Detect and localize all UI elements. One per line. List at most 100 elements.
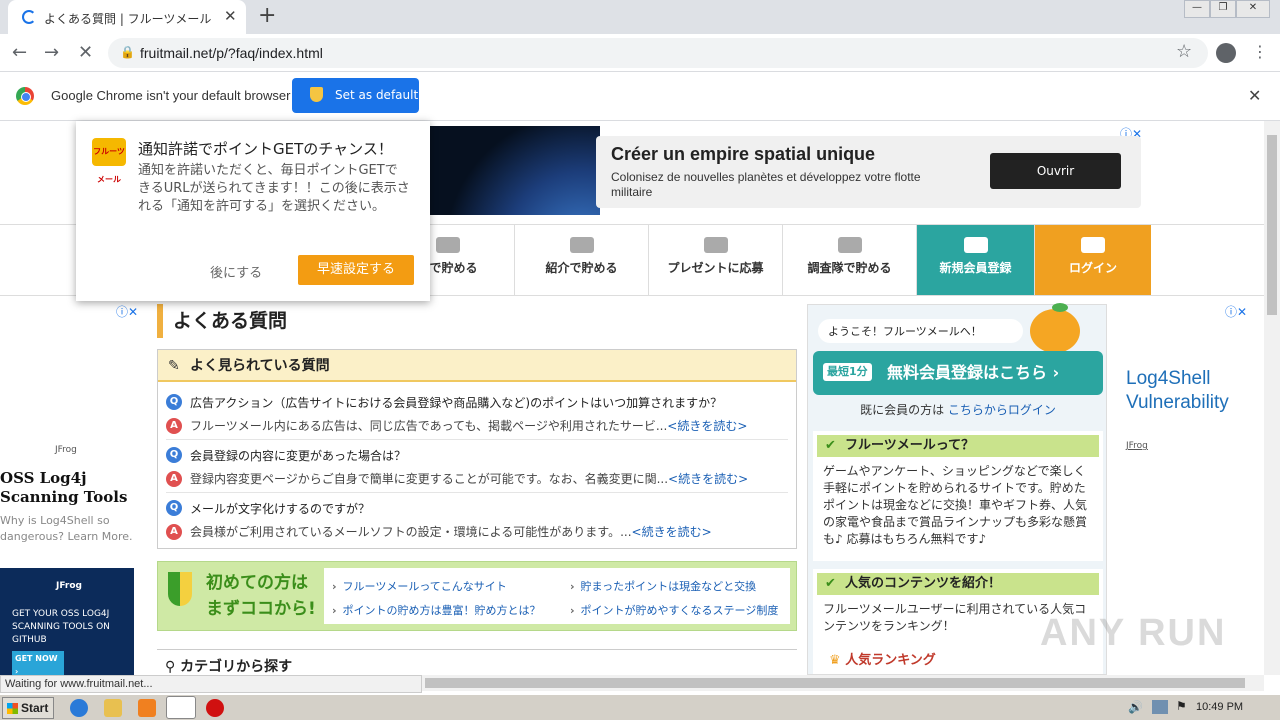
add-user-icon <box>963 237 988 253</box>
beginner-links: フルーツメールってこんなサイト 貯まったポイントは現金などと交換 ポイントの貯め… <box>324 568 790 624</box>
beginner-mark-icon <box>168 572 192 606</box>
faq-item[interactable]: QA 広告アクション（広告サイトにおける会員登録や商品購入など)のポイントはいつ… <box>166 388 788 440</box>
back-icon[interactable]: ← <box>12 42 27 63</box>
nav-present[interactable]: プレゼントに応募 <box>648 225 782 295</box>
ie-icon[interactable] <box>70 699 88 717</box>
profile-avatar-icon[interactable] <box>1216 43 1236 63</box>
lock-icon[interactable]: 🔒 <box>120 45 135 59</box>
close-infobar-icon[interactable]: ✕ <box>1248 86 1261 105</box>
nav-referral[interactable]: 紹介で貯める <box>514 225 648 295</box>
orange-mascot-icon <box>1030 303 1080 353</box>
menu-kebab-icon[interactable]: ⋮ <box>1252 42 1268 61</box>
question-text[interactable]: 広告アクション（広告サイトにおける会員登録や商品購入など)のポイントはいつ加算さ… <box>190 394 722 411</box>
left-ad[interactable]: ⓘ✕ JFrog OSS Log4j Scanning Tools Why is… <box>0 301 146 675</box>
login-icon <box>1081 237 1105 253</box>
crown-icon: ♛ <box>829 653 841 668</box>
nav-register[interactable]: 新規会員登録 <box>916 225 1034 295</box>
volume-icon[interactable]: 🔊 <box>1128 700 1143 714</box>
start-button[interactable]: Start <box>2 697 54 719</box>
nav-login[interactable]: ログイン <box>1034 225 1151 295</box>
banner-ad-image[interactable] <box>430 126 600 215</box>
read-more-link[interactable]: <続きを読む> <box>667 419 747 433</box>
close-window-button[interactable]: ✕ <box>1236 0 1270 18</box>
stop-icon[interactable]: ✕ <box>78 42 93 63</box>
register-button[interactable]: 最短1分 無料会員登録はこちら › <box>813 351 1103 395</box>
ad-get-now-button[interactable]: GET NOW › <box>12 651 64 675</box>
scroll-thumb[interactable] <box>1267 135 1277 315</box>
faq-box: よく見られている質問 QA 広告アクション（広告サイトにおける会員登録や商品購入… <box>157 349 797 549</box>
faq-item[interactable]: QA メールが文字化けするのですが？ 会員様がご利用されているメールソフトの設定… <box>166 494 788 546</box>
question-icon: Q <box>166 500 182 516</box>
notif-body: 通知を許諾いただくと、毎日ポイントGETできるURLが送られてきます！！この後に… <box>138 163 410 214</box>
banner-headline: Créer un empire spatial unique <box>611 144 876 164</box>
ad-image-brand: JFrog <box>56 581 82 591</box>
beginner-link[interactable]: ポイントの貯め方は豊富！貯め方とは？ <box>332 602 541 618</box>
login-link[interactable]: こちらからログイン <box>948 403 1056 417</box>
read-more-link[interactable]: <続きを読む> <box>632 525 712 539</box>
ranking-heading[interactable]: ♛ 人気ランキング <box>829 649 936 668</box>
welcome-bubble: ようこそ！フルーツメールへ！ <box>818 319 1023 343</box>
flag-icon[interactable]: ⚑ <box>1176 699 1187 713</box>
question-text[interactable]: 会員登録の内容に変更があった場合は？ <box>190 447 406 464</box>
ranking-label: 人気ランキング <box>845 653 936 668</box>
minimize-button[interactable]: — <box>1184 0 1210 18</box>
adchoices-icon[interactable]: ⓘ✕ <box>1225 303 1247 320</box>
banner-ad[interactable]: Créer un empire spatial unique Colonisez… <box>596 136 1141 208</box>
adchoices-icon[interactable]: ⓘ✕ <box>116 303 138 320</box>
question-icon: Q <box>166 447 182 463</box>
setup-now-button[interactable]: 早速設定する <box>298 255 414 285</box>
beginner-link[interactable]: フルーツメールってこんなサイト <box>332 578 507 594</box>
beginner-link[interactable]: ポイントが貯めやすくなるステージ制度 <box>570 602 779 618</box>
later-button[interactable]: 後にする <box>210 262 262 281</box>
hat-icon <box>837 237 862 253</box>
faq-item[interactable]: QA 会員登録の内容に変更があった場合は？ 登録内容変更ページからご自身で簡単に… <box>166 441 788 493</box>
url-text[interactable]: fruitmail.net/p/?faq/index.html <box>140 45 323 61</box>
people-icon <box>569 237 594 253</box>
explorer-icon[interactable] <box>104 699 122 717</box>
set-as-default-button[interactable]: Set as default <box>292 78 419 113</box>
nav-survey[interactable]: 調査隊で貯める <box>782 225 916 295</box>
ad-image[interactable]: JFrog GET YOUR OSS LOG4J SCANNING TOOLS … <box>0 568 134 675</box>
chrome-taskbar-button[interactable] <box>166 696 196 719</box>
answer-icon: A <box>166 471 182 487</box>
vertical-scrollbar[interactable] <box>1264 121 1280 675</box>
default-browser-infobar: Google Chrome isn't your default browser… <box>0 72 1280 121</box>
network-icon[interactable] <box>1152 700 1168 714</box>
status-bubble: Waiting for www.fruitmail.net... <box>0 675 422 693</box>
beginner-link[interactable]: 貯まったポイントは現金などと交換 <box>570 578 757 594</box>
category-heading: ⚲ カテゴリから探す <box>157 649 797 675</box>
set-default-label: Set as default <box>335 88 419 102</box>
popular-title: 人気のコンテンツを紹介！ <box>817 573 1099 595</box>
login-prefix: 既に会員の方は <box>860 403 945 417</box>
watermark: ANY RUN <box>1040 612 1227 654</box>
notification-popup: フルーツメール 通知許諾でポイントGETのチャンス！ 通知を許諾いただくと、毎日… <box>76 121 430 301</box>
bookmark-star-icon[interactable]: ☆ <box>1176 41 1192 62</box>
right-ad-brand: JFrog <box>1126 441 1148 451</box>
category-heading-text: カテゴリから探す <box>180 659 293 675</box>
about-title: フルーツメールって？ <box>817 435 1099 457</box>
clock: 10:49 PM <box>1196 701 1244 713</box>
maximize-button[interactable]: ❐ <box>1210 0 1236 18</box>
register-badge: 最短1分 <box>823 363 872 381</box>
scroll-thumb[interactable] <box>425 678 1245 688</box>
login-line: 既に会員の方は こちらからログイン <box>808 401 1108 418</box>
answer-icon: A <box>166 524 182 540</box>
loading-spinner-icon <box>22 10 36 24</box>
tab-strip: よくある質問 | フルーツメール ✕ + — ❐ ✕ <box>0 0 1280 34</box>
media-player-icon[interactable] <box>138 699 156 717</box>
read-more-link[interactable]: <続きを読む> <box>668 472 748 486</box>
question-text[interactable]: メールが文字化けするのですが？ <box>190 500 370 517</box>
forward-icon[interactable]: → <box>44 42 59 63</box>
banner-open-button[interactable]: Ouvrir <box>990 153 1121 189</box>
answer-icon: A <box>166 418 182 434</box>
browser-tab[interactable]: よくある質問 | フルーツメール ✕ <box>8 0 246 34</box>
ad-sub: Why is Log4Shell so dangerous? Learn Mor… <box>0 514 133 543</box>
page-title: よくある質問 <box>157 304 797 338</box>
new-tab-button[interactable]: + <box>258 3 276 28</box>
shield-icon <box>310 87 323 102</box>
search-icon: ⚲ <box>165 659 176 675</box>
beginner-title: 初めての方は まずココから! <box>206 573 316 619</box>
address-bar[interactable]: 🔒 fruitmail.net/p/?faq/index.html ☆ <box>108 38 1208 68</box>
close-tab-icon[interactable]: ✕ <box>224 7 237 25</box>
warning-icon[interactable] <box>206 699 224 717</box>
